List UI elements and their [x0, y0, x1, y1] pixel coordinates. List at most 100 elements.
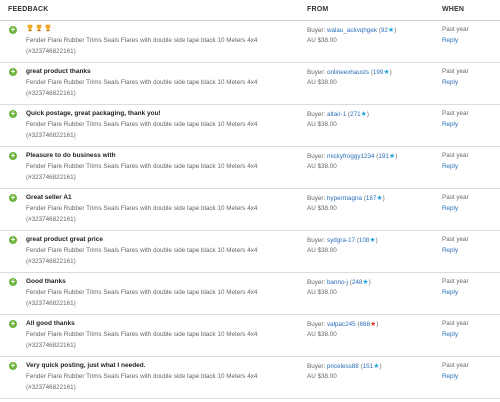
feedback-date: Past year: [442, 68, 469, 75]
table-header: FEEDBACK FROM WHEN: [0, 0, 500, 21]
reply-link[interactable]: Reply: [442, 289, 458, 296]
trophy-icon: [27, 24, 33, 32]
item-title[interactable]: Fender Flare Rubber Trims Seals Flares w…: [26, 163, 257, 170]
buyer-score[interactable]: 248: [352, 279, 363, 286]
feedback-row: + Pleasure to do business with Fender Fl…: [0, 147, 500, 189]
star-icon: ★: [369, 237, 376, 244]
trophy-icon: [36, 24, 42, 32]
buyer-label: Buyer:: [307, 195, 326, 202]
buyer-name-link[interactable]: valpac245: [327, 321, 356, 328]
buyer-name-link[interactable]: priceless88: [327, 363, 359, 370]
feedback-row: + Great seller A1 Fender Flare Rubber Tr…: [0, 189, 500, 231]
buyer-label: Buyer:: [307, 27, 326, 34]
column-header-when: WHEN: [442, 6, 465, 13]
buyer-label: Buyer:: [307, 111, 326, 118]
reply-link[interactable]: Reply: [442, 247, 458, 254]
item-number: (#323746822161): [26, 300, 76, 307]
item-number: (#323746822161): [26, 384, 76, 391]
item-title[interactable]: Fender Flare Rubber Trims Seals Flares w…: [26, 373, 257, 380]
star-icon: ★: [388, 153, 396, 160]
positive-rating-icon: +: [9, 67, 17, 76]
positive-rating-icon: +: [9, 193, 17, 202]
item-title[interactable]: Fender Flare Rubber Trims Seals Flares w…: [26, 37, 257, 44]
reply-link[interactable]: Reply: [442, 37, 458, 44]
star-icon: ★: [370, 321, 377, 328]
feedback-date: Past year: [442, 194, 469, 201]
column-header-feedback: FEEDBACK: [8, 6, 49, 13]
feedback-comment: great product thanks: [26, 68, 91, 75]
buyer-score[interactable]: 271: [350, 111, 361, 118]
buyer-name-link[interactable]: altair-1: [327, 111, 346, 118]
price: AU $38.00: [307, 37, 337, 44]
reply-link[interactable]: Reply: [442, 205, 458, 212]
positive-rating-icon: +: [9, 361, 17, 370]
feedback-row: + Very quick posting, just what I needed…: [0, 357, 500, 399]
trophy-icon: [45, 24, 51, 32]
buyer-info: Buyer: priceless88 (151★): [307, 363, 382, 370]
star-icon: ★: [360, 111, 367, 118]
positive-rating-icon: +: [9, 319, 17, 328]
item-number: (#323746822161): [26, 216, 76, 223]
buyer-name-link[interactable]: mickyfroggy1234: [327, 153, 375, 160]
buyer-score[interactable]: 191: [378, 153, 389, 160]
feedback-comment: Very quick posting, just what I needed.: [26, 362, 146, 369]
star-icon: ★: [376, 195, 383, 202]
item-title[interactable]: Fender Flare Rubber Trims Seals Flares w…: [26, 247, 257, 254]
reply-link[interactable]: Reply: [442, 331, 458, 338]
positive-rating-icon: +: [9, 25, 17, 34]
feedback-row: + Fender Flare Rubber Trims Seals Flares…: [0, 21, 500, 63]
buyer-score[interactable]: 668: [360, 321, 371, 328]
feedback-comment: Pleasure to do business with: [26, 152, 116, 159]
item-number: (#323746822161): [26, 258, 76, 265]
positive-rating-icon: +: [9, 109, 17, 118]
feedback-row: + Quick postage, great packaging, thank …: [0, 105, 500, 147]
item-title[interactable]: Fender Flare Rubber Trims Seals Flares w…: [26, 205, 257, 212]
reply-link[interactable]: Reply: [442, 163, 458, 170]
positive-rating-icon: +: [9, 277, 17, 286]
buyer-label: Buyer:: [307, 279, 326, 286]
item-number: (#323746822161): [26, 342, 76, 349]
buyer-score[interactable]: 151: [363, 363, 374, 370]
feedback-date: Past year: [442, 110, 469, 117]
feedback-date: Past year: [442, 362, 469, 369]
buyer-label: Buyer:: [307, 321, 326, 328]
buyer-score[interactable]: 199: [373, 69, 384, 76]
feedback-date: Past year: [442, 26, 469, 33]
feedback-comment: great product great price: [26, 236, 103, 243]
item-title[interactable]: Fender Flare Rubber Trims Seals Flares w…: [26, 121, 257, 128]
buyer-score[interactable]: 92: [381, 27, 388, 34]
item-number: (#323746822161): [26, 90, 76, 97]
buyer-info: Buyer: altair-1 (271★): [307, 111, 369, 118]
buyer-info: Buyer: onlineexhausts (199★): [307, 69, 392, 76]
buyer-info: Buyer: walau_ackvqhgek (92★): [307, 27, 397, 34]
feedback-row: + great product thanks Fender Flare Rubb…: [0, 63, 500, 105]
feedback-comment: All good thanks: [26, 320, 75, 327]
reply-link[interactable]: Reply: [442, 121, 458, 128]
buyer-info: Buyer: valpac245 (668★): [307, 321, 379, 328]
feedback-date: Past year: [442, 236, 469, 243]
buyer-name-link[interactable]: banno-j: [327, 279, 348, 286]
reply-link[interactable]: Reply: [442, 79, 458, 86]
column-header-from: FROM: [307, 6, 329, 13]
buyer-name-link[interactable]: hypermagna: [327, 195, 362, 202]
buyer-score[interactable]: 187: [366, 195, 377, 202]
star-icon: ★: [362, 279, 369, 286]
feedback-comment: Quick postage, great packaging, thank yo…: [26, 110, 161, 117]
buyer-name-link[interactable]: walau_ackvqhgek: [327, 27, 377, 34]
item-title[interactable]: Fender Flare Rubber Trims Seals Flares w…: [26, 289, 257, 296]
buyer-info: Buyer: banno-j (248★): [307, 279, 371, 286]
price: AU $38.00: [307, 289, 337, 296]
item-title[interactable]: Fender Flare Rubber Trims Seals Flares w…: [26, 79, 257, 86]
reply-link[interactable]: Reply: [442, 373, 458, 380]
price: AU $38.00: [307, 163, 337, 170]
buyer-info: Buyer: mickyfroggy1234 (191★): [307, 153, 398, 160]
price: AU $38.00: [307, 373, 337, 380]
positive-rating-icon: +: [9, 235, 17, 244]
buyer-score[interactable]: 108: [359, 237, 370, 244]
feedback-comment: Great seller A1: [26, 194, 72, 201]
buyer-label: Buyer:: [307, 363, 326, 370]
buyer-name-link[interactable]: sydgra-17: [327, 237, 355, 244]
buyer-label: Buyer:: [307, 153, 326, 160]
item-title[interactable]: Fender Flare Rubber Trims Seals Flares w…: [26, 331, 257, 338]
buyer-name-link[interactable]: onlineexhausts: [327, 69, 369, 76]
